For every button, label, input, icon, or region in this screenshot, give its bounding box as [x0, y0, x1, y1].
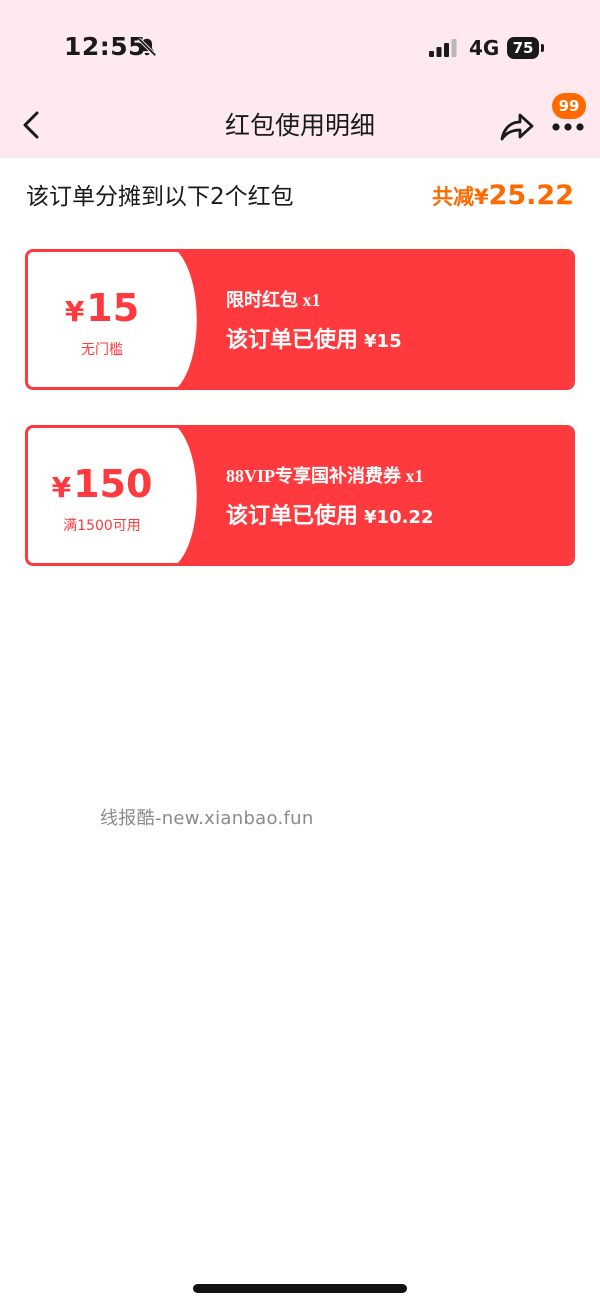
coupon-card[interactable]: ¥150 满1500可用 88VIP专享国补消费券 x1 该订单已使用 ¥10.2…	[25, 425, 575, 566]
summary-total: 共减¥25.22	[432, 178, 574, 217]
summary-text: 该订单分摊到以下2个红包	[26, 184, 294, 210]
coupon-value: ¥15	[64, 286, 140, 330]
coupon-condition: 无门槛	[81, 342, 123, 358]
coupon-name: 88VIP专享国补消费券 x1	[226, 466, 424, 486]
network-type: 4G	[469, 36, 500, 60]
coupon-condition: 满1500可用	[63, 518, 141, 534]
coupon-used: 该订单已使用 ¥15	[226, 328, 402, 353]
watermark-text: 线报酷-new.xianbao.fun	[100, 808, 314, 829]
status-time: 12:55	[64, 32, 147, 61]
coupon-value-section: ¥15 无门槛	[28, 252, 176, 387]
status-bar: 12:55 4G 75	[0, 0, 600, 98]
battery-level: 75	[507, 37, 539, 59]
coupon-value: ¥150	[51, 462, 153, 506]
coupon-name: 限时红包 x1	[226, 290, 321, 310]
bell-muted-icon	[137, 37, 157, 57]
battery-nub	[541, 44, 544, 52]
home-indicator[interactable]	[193, 1284, 407, 1293]
cellular-signal-icon	[429, 39, 457, 57]
coupon-value-section: ¥150 满1500可用	[28, 428, 176, 563]
notification-badge: 99	[552, 93, 586, 119]
coupon-used: 该订单已使用 ¥10.22	[226, 504, 434, 529]
summary-total-amount: 25.22	[488, 180, 574, 211]
summary-total-label: 共减¥	[431, 185, 489, 209]
coupon-card[interactable]: ¥15 无门槛 限时红包 x1 该订单已使用 ¥15	[25, 249, 575, 390]
share-arrow-icon[interactable]	[498, 108, 536, 144]
